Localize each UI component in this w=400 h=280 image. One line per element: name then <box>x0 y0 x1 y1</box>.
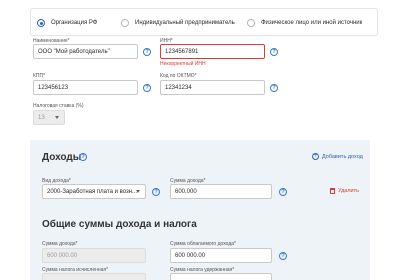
income-type-select[interactable]: 2000-Заработная плата и возн... <box>42 184 146 199</box>
kpp-help-icon[interactable]: ? <box>143 84 151 92</box>
tax-rate-value: 13 <box>38 114 45 121</box>
income-help-icon[interactable]: ? <box>79 153 87 161</box>
radio-unselected-icon[interactable] <box>121 19 129 27</box>
inn-help-icon[interactable]: ? <box>270 48 278 56</box>
income-type-value: 2000-Заработная плата и возн... <box>47 188 138 195</box>
chevron-down-icon <box>136 190 140 193</box>
totals-title: Общие суммы дохода и налога <box>42 219 197 230</box>
tax-rate-select: 13 <box>33 110 65 125</box>
taxpayer-type-radio-group: Организация РФ Индивидуальный предприним… <box>30 8 378 36</box>
oktmo-label: Код по ОКТМО* <box>160 73 197 79</box>
inn-input[interactable]: 1234567891 <box>160 44 265 59</box>
radio-organization-label: Организация РФ <box>51 20 98 26</box>
delete-income-button[interactable]: Удалить <box>330 188 359 194</box>
oktmo-help-icon[interactable]: ? <box>270 84 278 92</box>
radio-individual-entrepreneur-label: Индивидуальный предприниматель <box>135 20 235 26</box>
radio-physical-person-label: Физическое лицо или иной источник <box>261 20 363 26</box>
radio-physical-person[interactable]: Физическое лицо или иной источник <box>247 9 362 37</box>
name-help-icon[interactable]: ? <box>143 48 151 56</box>
income-sum-label: Сумма дохода* <box>42 241 78 247</box>
kpp-label: КПП* <box>33 73 46 79</box>
add-income-button[interactable]: + Добавить доход <box>312 153 363 160</box>
radio-organization[interactable]: Организация РФ <box>37 9 97 37</box>
taxable-sum-help-icon[interactable]: ? <box>279 252 287 260</box>
income-amount-input[interactable]: 600.000 <box>170 184 272 199</box>
tax-withheld-input[interactable] <box>170 273 272 280</box>
tax-rate-label: Налоговая ставка (%) <box>33 103 84 109</box>
radio-individual-entrepreneur[interactable]: Индивидуальный предприниматель <box>121 9 235 37</box>
name-input[interactable]: ООО "Мой работодатель" <box>33 44 138 59</box>
income-type-help-icon[interactable]: ? <box>152 188 160 196</box>
chevron-down-icon <box>55 116 59 119</box>
taxable-sum-label: Сумма облагаемого дохода* <box>170 241 236 247</box>
income-amount-help-icon[interactable]: ? <box>279 188 287 196</box>
radio-selected-icon[interactable] <box>37 19 45 27</box>
kpp-input[interactable]: 123456123 <box>33 80 138 95</box>
taxable-sum-input[interactable]: 600 000.00 <box>170 248 272 263</box>
inn-error-text: Некорректный ИНН <box>160 61 206 67</box>
plus-icon: + <box>312 153 319 160</box>
income-sum-field: 600 000.00 <box>42 248 146 263</box>
income-title: Доходы <box>42 152 82 163</box>
add-income-label: Добавить доход <box>322 153 363 160</box>
trash-icon <box>330 188 335 194</box>
radio-unselected-icon[interactable] <box>247 19 255 27</box>
oktmo-input[interactable]: 12341234 <box>160 80 265 95</box>
tax-calculated-field <box>42 273 146 280</box>
delete-income-label: Удалить <box>338 188 359 194</box>
